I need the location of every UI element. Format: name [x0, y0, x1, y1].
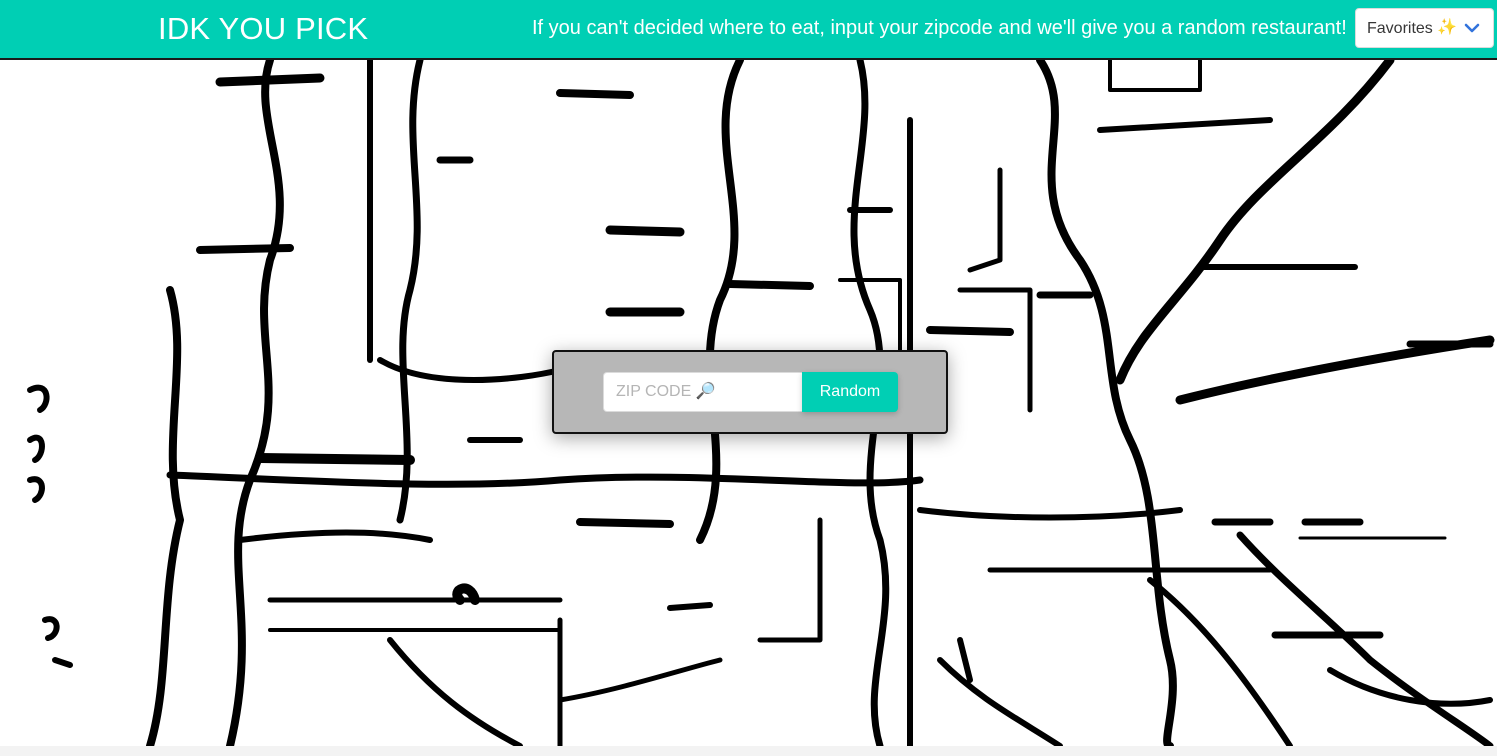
top-navbar: IDK YOU PICK If you can't decided where … [0, 0, 1497, 60]
tagline-text: If you can't decided where to eat, input… [532, 17, 1347, 39]
favorites-dropdown[interactable]: Favorites ✨ [1355, 8, 1494, 48]
random-button[interactable]: Random [802, 372, 898, 412]
chevron-down-icon [1464, 23, 1480, 33]
page-footer-strip [0, 746, 1497, 756]
favorites-label: Favorites [1367, 20, 1433, 37]
brand-logo-text[interactable]: IDK YOU PICK [158, 10, 368, 48]
zip-code-input[interactable] [603, 372, 802, 412]
sparkle-icon: ✨ [1437, 19, 1457, 36]
zip-search-panel: Random [552, 350, 948, 434]
